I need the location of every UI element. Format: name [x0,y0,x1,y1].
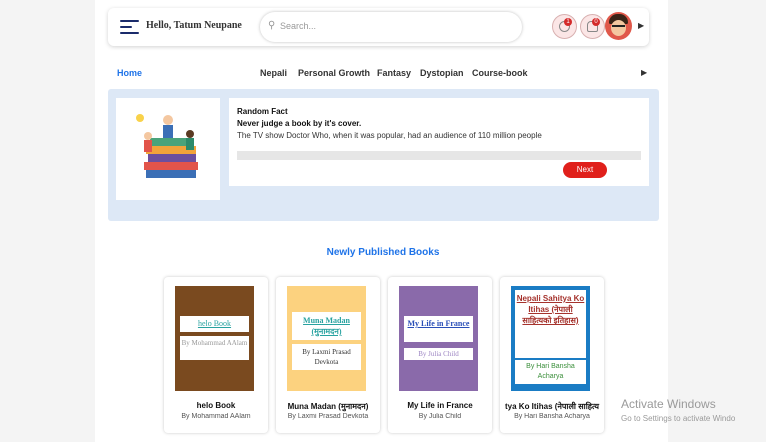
fact-divider [237,151,641,160]
nav-item-dystopian[interactable]: Dystopian [420,68,464,78]
section-title: Newly Published Books [326,247,440,258]
top-bar: Hello, Tatum Neupane ⚲ Search... 1 0 ▶ [108,8,649,46]
book-card[interactable]: Nepali Sahitya Ko Itihas (नेपाली साहित्य… [500,277,604,433]
book-author: By Mohammad AAlam [181,413,251,420]
nav-home[interactable]: Home [117,68,142,78]
book-author: By Hari Bansha Acharya [514,413,590,420]
fact-subheading: Never judge a book by it's cover. [237,119,362,128]
greeting: Hello, Tatum Neupane [146,20,242,31]
nav-item-fantasy[interactable]: Fantasy [377,68,411,78]
notifications-badge: 0 [592,18,600,26]
book-title: Muna Madan (मुनामदन) [287,402,369,411]
book-cover: helo Book By Mohammad AAlam [175,286,254,391]
book-card[interactable]: My Life in France By Julia Child My Life… [388,277,492,433]
profile-caret-icon[interactable]: ▶ [638,21,644,30]
book-title: My Life in France [407,401,473,410]
book-card[interactable]: Muna Madan (मुनामदन) By Laxmi Prasad Dev… [276,277,380,433]
nav-item-personal-growth[interactable]: Personal Growth [298,68,370,78]
avatar[interactable] [605,12,632,40]
nav-item-course-book[interactable]: Course-book [472,68,528,78]
search-placeholder: Search... [280,21,317,31]
windows-activation-watermark: Activate Windows [621,397,716,411]
book-cover: Nepali Sahitya Ko Itihas (नेपाली साहित्य… [511,286,590,391]
messages-badge: 1 [564,18,572,26]
random-fact-panel: Random Fact Never judge a book by it's c… [108,89,659,221]
windows-activation-hint: Go to Settings to activate Windo [621,414,736,423]
notifications-button[interactable]: 0 [580,14,605,39]
book-cover: My Life in France By Julia Child [399,286,478,391]
messages-button[interactable]: 1 [552,14,577,39]
book-title: helo Book [196,401,236,410]
reading-illustration [116,98,220,200]
menu-icon[interactable] [120,20,139,35]
fact-card: Random Fact Never judge a book by it's c… [229,98,649,186]
fact-heading: Random Fact [237,107,288,116]
book-card[interactable]: helo Book By Mohammad AAlam helo Book By… [164,277,268,433]
search-input[interactable]: ⚲ Search... [260,12,522,42]
fact-text: The TV show Doctor Who, when it was popu… [237,131,542,140]
nav-item-nepali[interactable]: Nepali [260,68,287,78]
book-author: By Laxmi Prasad Devkota [287,413,369,420]
book-title: tya Ko Itihas (नेपाली साहित्य [505,402,599,411]
category-nav: Home Nepali Personal Growth Fantasy Dyst… [108,62,649,82]
book-cover: Muna Madan (मुनामदन) By Laxmi Prasad Dev… [287,286,366,391]
next-button[interactable]: Next [563,162,607,178]
search-icon: ⚲ [268,20,276,31]
nav-next-arrow-icon[interactable]: ▶ [641,68,647,77]
book-author: By Julia Child [418,413,462,420]
